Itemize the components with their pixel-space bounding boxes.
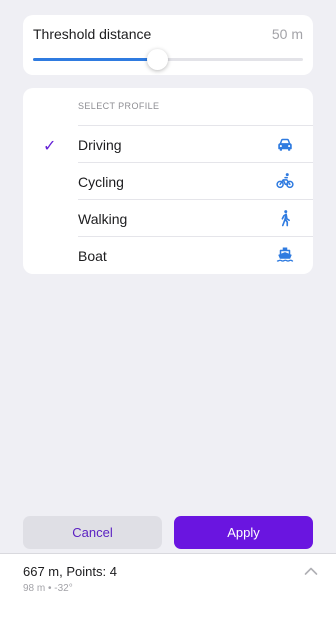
checkmark-icon: ✓ bbox=[43, 138, 57, 155]
profile-label-walking: Walking bbox=[78, 211, 128, 227]
boat-icon bbox=[276, 247, 294, 262]
profile-row-cycling[interactable]: Cycling bbox=[23, 163, 313, 200]
route-summary-subtitle: 98 m • -32° bbox=[23, 583, 73, 594]
profile-label-cycling: Cycling bbox=[78, 174, 124, 190]
cancel-button[interactable]: Cancel bbox=[23, 516, 162, 549]
threshold-value: 50 m bbox=[271, 26, 303, 42]
threshold-slider[interactable] bbox=[33, 49, 303, 70]
profile-section-header: SELECT PROFILE bbox=[78, 101, 160, 111]
slider-thumb[interactable] bbox=[147, 49, 169, 70]
apply-button[interactable]: Apply bbox=[174, 516, 313, 549]
profile-card: SELECT PROFILE ✓ Driving Cycling Walking… bbox=[23, 88, 313, 274]
profile-row-driving[interactable]: ✓ Driving bbox=[23, 126, 313, 163]
profile-row-walking[interactable]: Walking bbox=[23, 200, 313, 237]
walking-icon bbox=[281, 210, 290, 227]
profile-label-driving: Driving bbox=[78, 137, 122, 153]
bicycle-icon bbox=[276, 173, 294, 189]
slider-fill bbox=[33, 58, 158, 61]
profile-row-boat[interactable]: Boat bbox=[23, 237, 313, 274]
threshold-card: Threshold distance 50 m bbox=[23, 15, 313, 75]
route-summary-panel[interactable]: 667 m, Points: 4 98 m • -32° bbox=[0, 553, 336, 618]
chevron-up-icon[interactable] bbox=[304, 566, 318, 576]
profile-label-boat: Boat bbox=[78, 248, 107, 264]
threshold-label: Threshold distance bbox=[33, 26, 152, 42]
route-summary-title: 667 m, Points: 4 bbox=[23, 564, 117, 579]
car-icon bbox=[278, 138, 292, 151]
